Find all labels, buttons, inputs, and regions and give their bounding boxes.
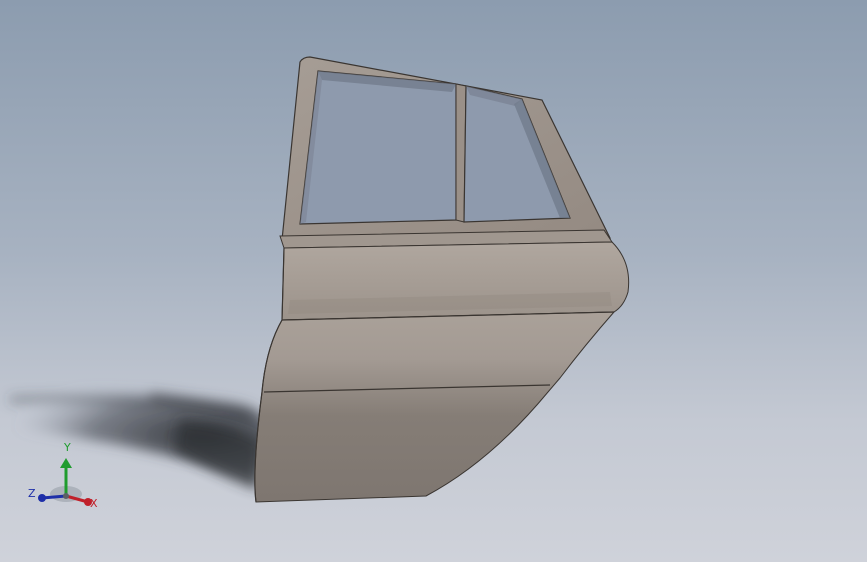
z-axis-label: Z	[28, 487, 36, 500]
door-panel-lower[interactable]	[254, 311, 616, 503]
reference-triad: Y Z X	[26, 440, 106, 514]
y-axis-label: Y	[64, 441, 71, 454]
front-window-glass	[299, 70, 457, 225]
window-frame[interactable]	[281, 56, 611, 241]
x-axis-label: X	[90, 497, 98, 510]
door-model-scene[interactable]	[0, 0, 867, 562]
graphics-viewport[interactable]: Y Z X	[0, 0, 867, 562]
